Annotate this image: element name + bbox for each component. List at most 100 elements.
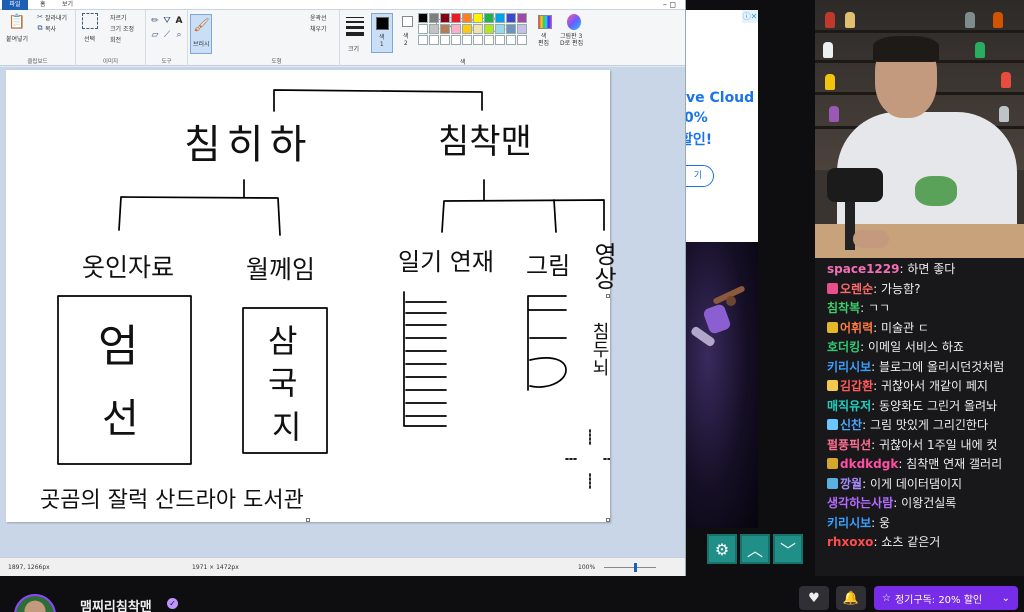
avatar[interactable] — [14, 594, 56, 612]
settings-icon[interactable]: ⚙ — [707, 534, 737, 564]
chat-username[interactable]: 깡월 — [840, 477, 862, 491]
cut-button[interactable]: 잘라내기 — [45, 13, 67, 22]
edit-colors-button[interactable]: 색 편집 — [538, 33, 549, 47]
magnifier-icon[interactable]: ⌕ — [174, 30, 184, 40]
text-icon[interactable]: A — [174, 16, 184, 26]
palette-swatch[interactable] — [506, 35, 516, 45]
palette-swatch[interactable] — [495, 13, 505, 23]
ad-cta-button[interactable]: 기 — [686, 165, 714, 187]
chat-username[interactable]: 오렌순 — [840, 282, 873, 296]
chat-username[interactable]: 어휘력 — [840, 321, 873, 335]
picker-icon[interactable]: ⟋ — [162, 30, 172, 40]
zoom-slider[interactable] — [604, 567, 656, 568]
select-button[interactable]: 선택 — [84, 34, 95, 43]
zoom-slider-thumb[interactable] — [634, 563, 637, 572]
resize-button[interactable]: 크기 조정 — [110, 24, 134, 33]
chat-username[interactable]: 김갑환 — [840, 379, 873, 393]
palette-swatch[interactable] — [440, 24, 450, 34]
palette-swatch[interactable] — [418, 35, 428, 45]
palette-swatch[interactable] — [429, 13, 439, 23]
tab-view[interactable]: 보기 — [62, 0, 73, 10]
chat-badge-icon[interactable] — [827, 477, 838, 489]
palette-swatch[interactable] — [506, 24, 516, 34]
paint3d-button[interactable]: 그림판 3 D로 편집 — [560, 33, 583, 47]
palette-swatch[interactable] — [462, 24, 472, 34]
chat-username[interactable]: 신찬 — [840, 418, 862, 432]
select-icon[interactable] — [82, 13, 98, 29]
chevron-down-icon[interactable]: ﹀ — [773, 534, 803, 564]
palette-swatch[interactable] — [462, 35, 472, 45]
chat-badge-icon[interactable] — [827, 419, 838, 430]
outline-button[interactable]: 윤곽선 — [310, 13, 327, 22]
palette-swatch[interactable] — [495, 35, 505, 45]
chevron-up-icon[interactable]: ︿ — [740, 534, 770, 564]
chat-username[interactable]: 침착복 — [827, 301, 860, 315]
window-controls[interactable]: – ◻ — [663, 0, 676, 10]
chat-badge-icon[interactable] — [827, 321, 838, 333]
chat-username[interactable]: 키리시보 — [827, 360, 871, 374]
palette-swatch[interactable] — [517, 35, 527, 45]
palette-swatch[interactable] — [473, 24, 483, 34]
palette-swatch[interactable] — [495, 24, 505, 34]
palette-swatch[interactable] — [473, 35, 483, 45]
paste-icon[interactable]: 📋 — [8, 13, 26, 31]
crop-button[interactable]: 자르기 — [110, 13, 127, 22]
tab-home[interactable]: 홈 — [40, 0, 46, 10]
star-icon: ☆ — [882, 592, 891, 604]
chat-username[interactable]: 호더킹 — [827, 340, 860, 354]
subscribe-button[interactable]: ☆ 정기구독: 20% 할인 ⌄ — [874, 586, 1018, 610]
fill-icon[interactable]: ⛛ — [162, 16, 172, 26]
palette-swatch[interactable] — [517, 24, 527, 34]
palette-swatch[interactable] — [429, 35, 439, 45]
ad-choices-icon[interactable]: ⓘ✕ — [742, 10, 758, 23]
chat-badge-icon[interactable] — [827, 458, 838, 469]
chat-username[interactable]: rhxoxo — [827, 535, 873, 549]
brushes-button[interactable]: 🖌 브러시 — [190, 14, 212, 54]
palette-swatch[interactable] — [473, 13, 483, 23]
resize-handle-right[interactable] — [606, 294, 610, 298]
palette-swatch[interactable] — [418, 13, 428, 23]
paste-button[interactable]: 붙여넣기 — [6, 34, 28, 43]
fill-button[interactable]: 채우기 — [310, 24, 327, 33]
channel-name[interactable]: 맴찌리침착맨 — [80, 596, 152, 612]
palette-swatch[interactable] — [429, 24, 439, 34]
palette-swatch[interactable] — [462, 13, 472, 23]
paint3d-icon[interactable] — [567, 14, 581, 30]
eraser-icon[interactable]: ▱ — [150, 30, 160, 40]
color1-button[interactable]: 색 1 — [371, 13, 393, 53]
palette-swatch[interactable] — [440, 35, 450, 45]
resize-handle-corner[interactable] — [606, 518, 610, 522]
chat-text: 이메일 서비스 하죠 — [867, 340, 964, 354]
chat-badge-icon[interactable] — [827, 380, 838, 391]
pencil-icon[interactable]: ✏ — [150, 16, 160, 26]
rotate-button[interactable]: 회전 — [110, 35, 121, 44]
chat-panel[interactable]: space1229: 하면 좋다 오렌순: 가능함? 침착복: ㄱㄱ 어휘력: 미술관… — [815, 258, 1024, 576]
chat-badge-icon[interactable] — [827, 282, 838, 294]
follow-heart-icon[interactable]: ♥ — [799, 586, 829, 610]
ad-panel[interactable]: ⓘ✕ ve Cloud 0% 할인! 기 — [686, 10, 758, 528]
chat-username[interactable]: 펄풍픽션 — [827, 438, 871, 452]
chat-username[interactable]: dkdkdgk — [840, 457, 898, 471]
drawing-canvas[interactable]: 침히하 침착맨 옷인자료 월께임 일기 연재 그림 영상 엄 선 삼 국 지 침… — [6, 70, 617, 522]
chat-username[interactable]: 키리시보 — [827, 516, 871, 530]
palette-swatch[interactable] — [451, 13, 461, 23]
resize-handle-bottom[interactable] — [306, 518, 310, 522]
chat-username[interactable]: space1229 — [827, 262, 899, 276]
tab-file[interactable]: 파일 — [2, 0, 28, 10]
chat-username[interactable]: 생각하는사람 — [827, 496, 893, 510]
size-button[interactable] — [344, 14, 366, 42]
palette-swatch[interactable] — [484, 13, 494, 23]
palette-swatch[interactable] — [451, 35, 461, 45]
palette-swatch[interactable] — [506, 13, 516, 23]
color-palette[interactable] — [418, 13, 527, 45]
palette-swatch[interactable] — [418, 24, 428, 34]
notification-bell-icon[interactable]: 🔔 — [836, 586, 866, 610]
palette-swatch[interactable] — [484, 35, 494, 45]
palette-swatch[interactable] — [484, 24, 494, 34]
palette-swatch[interactable] — [440, 13, 450, 23]
edit-colors-icon[interactable] — [538, 15, 552, 29]
palette-swatch[interactable] — [451, 24, 461, 34]
chat-username[interactable]: 매직유저 — [827, 399, 871, 413]
copy-button[interactable]: 복사 — [45, 24, 56, 33]
palette-swatch[interactable] — [517, 13, 527, 23]
